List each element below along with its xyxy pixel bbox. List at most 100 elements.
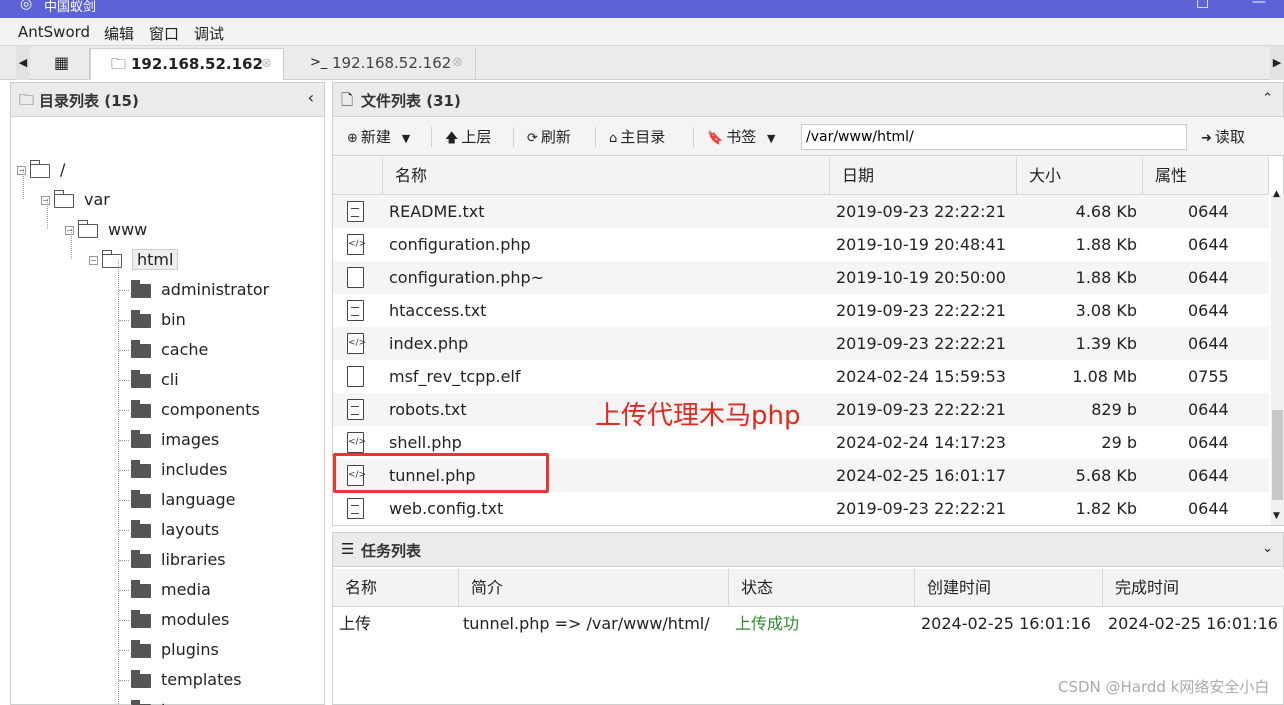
tab-terminal[interactable]: >_ 192.168.52.162 ⊗ [284, 48, 476, 80]
header-date[interactable]: 日期 [830, 157, 1017, 195]
tree-node-child[interactable]: administrator [131, 277, 269, 303]
tree-node-child[interactable]: plugins [131, 637, 219, 663]
file-size: 1.82 Kb [1075, 499, 1137, 518]
scroll-down-icon[interactable]: ▼ [1273, 511, 1280, 521]
home-button[interactable]: ⌂ 主目录 [609, 126, 665, 147]
task-header-name[interactable]: 名称 [333, 569, 459, 607]
tree-node-root[interactable]: − / [17, 157, 65, 183]
tree-node-child[interactable]: media [131, 577, 211, 603]
file-row[interactable]: robots.txt 2019-09-23 22:22:21 829 b 0644 [333, 393, 1269, 426]
file-name: configuration.php~ [389, 268, 545, 287]
menu-edit[interactable]: 编辑 [104, 23, 134, 44]
collapse-left-icon[interactable]: ‹ [308, 88, 314, 107]
path-input[interactable] [801, 124, 1187, 150]
task-header-status[interactable]: 状态 [729, 569, 915, 607]
file-date: 2019-09-23 22:22:21 [836, 334, 1006, 353]
text-file-icon [347, 201, 364, 222]
file-row[interactable]: configuration.php~ 2019-10-19 20:50:00 1.8… [333, 261, 1269, 294]
tree-node-label: images [161, 430, 220, 449]
task-header-created[interactable]: 创建时间 [915, 569, 1103, 607]
maximize-button[interactable]: □ [1196, 0, 1209, 10]
tab-scroll-right-button[interactable]: ▶ [1270, 46, 1284, 80]
tree-node-var[interactable]: − var [41, 187, 110, 213]
tab-scroll-left-button[interactable]: ◀ [16, 46, 30, 80]
folder-icon [131, 459, 151, 478]
tree-node-child[interactable]: language [131, 487, 236, 513]
tree-node-html[interactable]: − html [89, 247, 179, 273]
title-bar: ◎ 中国蚁剑 □ — [0, 0, 1284, 18]
tree-node-label: cache [161, 340, 209, 359]
close-icon[interactable]: ⊗ [261, 49, 272, 79]
tree-node-child[interactable]: images [131, 427, 219, 453]
code-file-icon: </> [347, 333, 366, 354]
up-button[interactable]: 🡅 上层 [445, 126, 491, 151]
tree-node-child[interactable]: cli [131, 367, 179, 393]
file-grid-scrollbar[interactable]: ▲ ▼ [1271, 189, 1284, 525]
tree-node-label: includes [161, 460, 228, 479]
task-header-finished[interactable]: 完成时间 [1103, 569, 1284, 607]
tree-node-child[interactable]: bin [131, 307, 186, 333]
tree-node-child[interactable]: tmp [131, 697, 193, 705]
bookmark-button[interactable]: 🔖 书签 ▼ [707, 126, 775, 147]
file-row[interactable]: </> index.php 2019-09-23 22:22:21 1.39 Kb 06… [333, 327, 1269, 360]
directory-panel: 🗀 目录列表 (15) ‹ − / − var − www − html adminis… [10, 82, 325, 705]
header-attr[interactable]: 属性 [1143, 157, 1269, 195]
scrollbar-thumb[interactable] [1272, 410, 1283, 500]
menu-window[interactable]: 窗口 [149, 23, 179, 44]
folder-open-icon [54, 189, 74, 208]
file-date: 2019-09-23 22:22:21 [836, 499, 1006, 518]
file-toolbar: ⊕新建 ▼ 🡅上层 ⟳刷新 ⌂主目录 🔖书签 ▼ ➜读取 [333, 118, 1284, 156]
tree-node-label: libraries [161, 550, 226, 569]
file-attr: 0644 [1188, 466, 1229, 485]
grid-home-tab[interactable]: ▦ [34, 48, 90, 80]
file-row[interactable]: web.config.txt 2019-09-23 22:22:21 1.82 Kb… [333, 492, 1269, 525]
folder-icon [131, 549, 151, 568]
grid-icon: ▦ [53, 53, 70, 72]
chevron-up-icon[interactable]: ⌃ [1262, 91, 1273, 106]
new-button[interactable]: ⊕ 新建 ▼ [347, 126, 410, 147]
tree-node-child[interactable]: templates [131, 667, 242, 693]
file-row[interactable]: htaccess.txt 2019-09-23 22:22:21 3.08 Kb 06… [333, 294, 1269, 327]
text-file-icon [347, 498, 364, 519]
file-name: index.php [389, 334, 469, 353]
scroll-up-icon[interactable]: ▲ [1273, 189, 1280, 199]
tree-node-label: plugins [161, 640, 219, 659]
task-header-desc[interactable]: 简介 [459, 569, 729, 607]
caret-down-icon: ▼ [401, 132, 411, 145]
header-size[interactable]: 大小 [1017, 157, 1143, 195]
task-grid-header: 名称 简介 状态 创建时间 完成时间 [333, 569, 1284, 607]
folder-icon [131, 429, 151, 448]
tree-node-child[interactable]: layouts [131, 517, 219, 543]
tab-filemanager[interactable]: 🗀 192.168.52.162 ⊗ [90, 48, 284, 80]
close-button[interactable]: — [1252, 0, 1266, 10]
tree-node-label: cli [161, 370, 179, 389]
tree-node-label: layouts [161, 520, 220, 539]
tree-node-www[interactable]: − www [65, 217, 147, 243]
tree-node-child[interactable]: libraries [131, 547, 226, 573]
file-panel-header: 🗋 文件列表 (31) ⌃ [333, 83, 1283, 117]
task-row[interactable]: 上传 tunnel.php => /var/www/html/ 上传成功 202… [333, 607, 1284, 641]
tree-node-child[interactable]: cache [131, 337, 208, 363]
read-button[interactable]: ➜ 读取 [1201, 126, 1245, 147]
tree-node-label: media [161, 580, 211, 599]
refresh-button[interactable]: ⟳ 刷新 [527, 126, 571, 147]
tree-node-child[interactable]: includes [131, 457, 227, 483]
header-name[interactable]: 名称 [383, 157, 830, 195]
file-row[interactable]: </> configuration.php 2019-10-19 20:48:41 1… [333, 228, 1269, 261]
file-panel-title: 文件列表 (31) [361, 92, 461, 110]
tree-node-child[interactable]: modules [131, 607, 229, 633]
file-date: 2019-09-23 22:22:21 [836, 400, 1006, 419]
new-label: 新建 [360, 128, 391, 146]
tree-node-child[interactable]: components [131, 397, 260, 423]
tree-node-label: components [161, 400, 260, 419]
menu-debug[interactable]: 调试 [194, 23, 224, 44]
text-file-icon [347, 300, 364, 321]
close-icon[interactable]: ⊗ [452, 48, 463, 78]
menu-antsword[interactable]: AntSword [18, 23, 90, 41]
chevron-down-icon[interactable]: ⌄ [1262, 541, 1273, 556]
folder-icon [131, 669, 151, 688]
file-row[interactable]: msf_rev_tcpp.elf 2024-02-24 15:59:53 1.08 … [333, 360, 1269, 393]
task-list-icon: ☰ [341, 540, 355, 558]
file-size: 3.08 Kb [1075, 301, 1137, 320]
file-row[interactable]: README.txt 2019-09-23 22:22:21 4.68 Kb 0644 [333, 195, 1269, 228]
